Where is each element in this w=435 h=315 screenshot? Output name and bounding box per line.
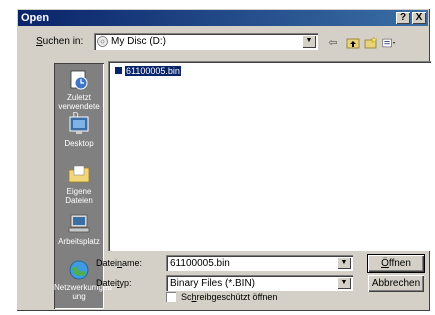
up-folder-icon[interactable] — [346, 36, 360, 50]
filetype-label-pre: Datei — [96, 278, 118, 288]
place-label: Desktop — [64, 139, 94, 148]
cd-icon — [97, 36, 108, 47]
back-arrow-icon[interactable]: ⇦ — [326, 36, 340, 50]
open-dialog: Open ? X Suchen in: My Disc (D:) ▼ ⇦ Zul… — [16, 8, 431, 311]
place-my-documents[interactable]: Eigene Dateien — [54, 163, 104, 205]
place-label: Eigene Dateien — [65, 187, 93, 205]
close-button[interactable]: X — [412, 12, 426, 24]
readonly-checkbox[interactable] — [166, 292, 176, 302]
filetype-value: Binary Files (*.BIN) — [170, 278, 256, 289]
places-bar: Zuletzt verwendete D... Desktop Eigene D… — [54, 63, 112, 309]
open-button[interactable]: Öffnen — [367, 254, 425, 273]
place-desktop[interactable]: Desktop — [54, 115, 104, 148]
filename-label-post: ame: — [122, 258, 143, 268]
look-in-combo[interactable]: My Disc (D:) ▼ — [94, 33, 318, 50]
readonly-label-pre: Sc — [181, 292, 192, 302]
look-in-label: Suchen in: — [36, 36, 83, 47]
place-my-computer[interactable]: Arbeitsplatz — [54, 213, 104, 246]
file-name: 61100005.bin — [125, 65, 181, 76]
filetype-dropdown-arrow[interactable]: ▼ — [337, 277, 351, 289]
place-label: Arbeitsplatz — [58, 237, 100, 246]
my-computer-icon — [68, 214, 90, 233]
view-menu-icon[interactable] — [382, 36, 396, 50]
network-icon — [69, 260, 89, 280]
file-icon — [114, 66, 123, 76]
open-button-accel: Ö — [381, 258, 389, 269]
desktop-icon — [69, 116, 89, 134]
look-in-dropdown-arrow[interactable]: ▼ — [302, 35, 316, 48]
filename-input[interactable]: 61100005.bin — [170, 258, 230, 269]
new-folder-icon[interactable] — [364, 36, 378, 50]
look-in-label-text: uchen in: — [42, 36, 84, 47]
open-button-post: ffnen — [388, 258, 411, 269]
file-list[interactable]: 61100005.bin — [108, 61, 431, 251]
readonly-label-post: reibgeschützt öffnen — [196, 292, 278, 302]
filename-dropdown-arrow[interactable]: ▼ — [337, 257, 351, 269]
look-in-label-accel: S — [36, 36, 43, 47]
filetype-combo[interactable]: Binary Files (*.BIN) ▼ — [166, 275, 353, 291]
dialog-title: Open — [21, 12, 50, 24]
readonly-label: Schreibgeschützt öffnen — [181, 292, 277, 302]
help-button[interactable]: ? — [396, 12, 410, 24]
filetype-label-post: yp: — [119, 278, 132, 288]
file-item[interactable]: 61100005.bin — [114, 65, 181, 77]
cancel-button[interactable]: Abbrechen — [368, 275, 424, 292]
my-documents-icon — [68, 165, 90, 183]
place-recent-documents[interactable]: Zuletzt verwendete D... — [54, 69, 104, 120]
filename-label: Dateiname: — [96, 258, 142, 268]
recent-documents-icon — [70, 70, 88, 90]
look-in-value: My Disc (D:) — [111, 36, 166, 47]
title-bar: Open ? X — [18, 10, 428, 26]
filename-label-pre: Datei — [96, 258, 118, 268]
filename-combo[interactable]: 61100005.bin ▼ — [166, 255, 353, 271]
filetype-label: Dateityp: — [96, 278, 132, 288]
